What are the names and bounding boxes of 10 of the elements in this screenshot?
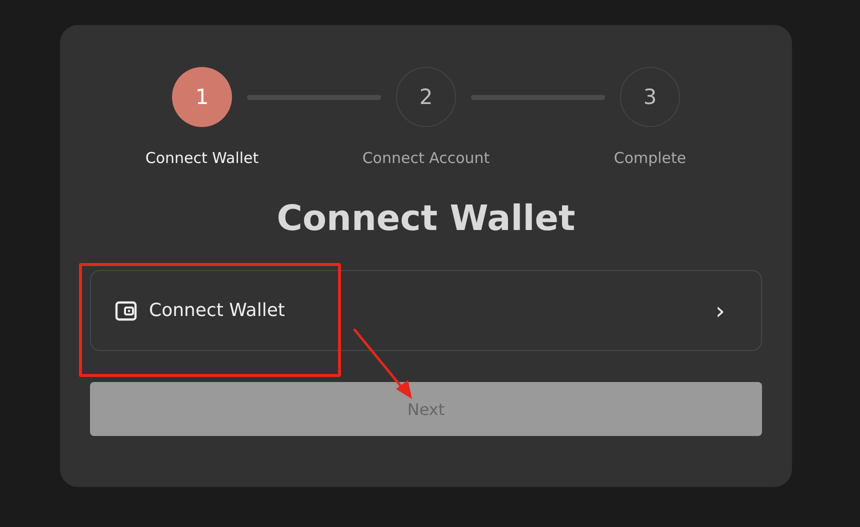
wallet-icon: [115, 300, 137, 320]
connect-wallet-option[interactable]: Connect Wallet ›: [90, 270, 762, 351]
page-title: Connect Wallet: [276, 198, 576, 241]
step-number: 3: [620, 67, 680, 127]
step-label: Connect Account: [362, 149, 490, 167]
step-label: Connect Wallet: [145, 149, 259, 167]
chevron-icon: ›: [715, 298, 725, 322]
step-number: 1: [172, 67, 232, 127]
step-number: 2: [396, 67, 456, 127]
step-label: Complete: [614, 149, 686, 167]
